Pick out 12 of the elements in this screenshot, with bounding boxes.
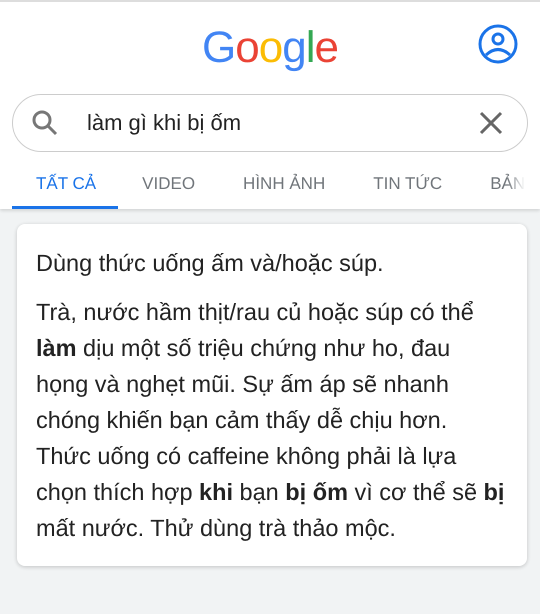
tab[interactable]: HÌNH ẢNH	[219, 168, 350, 209]
google-logo[interactable]: Google	[202, 23, 338, 73]
tab[interactable]: BẢN	[466, 168, 526, 209]
tab[interactable]: VIDEO	[118, 168, 220, 209]
answer-heading: Dùng thức uống ấm và/hoặc súp.	[36, 249, 385, 278]
search-icon[interactable]	[31, 109, 59, 137]
answer-text: Trà, nước hầm thịt/rau củ hoặc súp có thể làm dịu một số triệu chứng như ho, đau họng và nghẹt mũi. Sự ấm áp sẽ nhanh chóng khiến bạn cảm thấy dễ chịu hơn. Thức uống có caffeine không phải là lựa chọn thích hợp khi bạn bị ốm vì cơ thể sẽ bị mất nước. Thử dùng trà thảo mộc.	[36, 298, 506, 543]
account-icon[interactable]	[478, 24, 518, 64]
tab[interactable]: TIN TỨC	[349, 168, 466, 209]
tab[interactable]: TẤT CẢ	[12, 168, 118, 209]
search-field[interactable]: làm gì khi bị ốm	[12, 94, 528, 152]
close-icon[interactable]	[479, 111, 503, 135]
